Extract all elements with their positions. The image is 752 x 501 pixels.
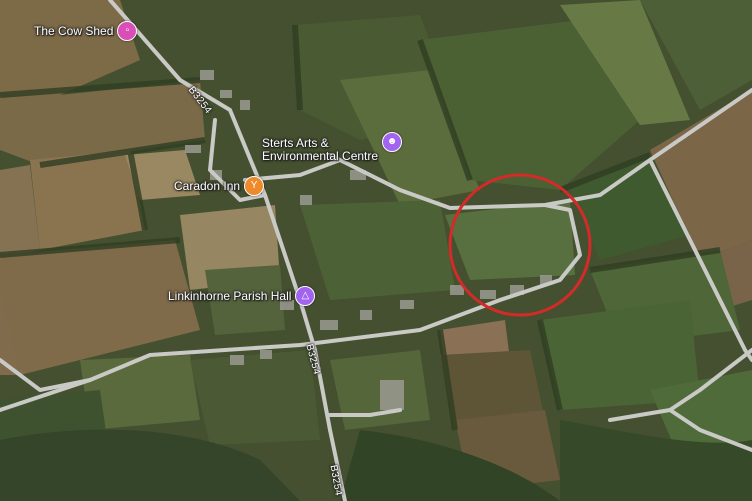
poi-label-line2: Environmental Centre [262,149,379,163]
cocktail-icon: Y [244,176,265,196]
bed-icon: ▫ [117,21,138,41]
poi-caradon-inn[interactable]: Caradon Inn Y [174,176,265,196]
poi-sterts-arts[interactable]: Sterts Arts & Environmental Centre ☻ [262,132,403,163]
poi-label: Sterts Arts & Environmental Centre [262,137,378,163]
poi-linkinhorne-parish-hall[interactable]: Linkinhorne Parish Hall △ [168,286,316,306]
satellite-map[interactable]: The Cow Shed ▫ Sterts Arts & Environment… [0,0,752,501]
hall-icon: △ [295,286,316,306]
poi-label: Linkinhorne Parish Hall [168,288,292,303]
poi-the-cow-shed[interactable]: The Cow Shed ▫ [34,21,138,41]
poi-label: Caradon Inn [174,178,241,193]
satellite-imagery [0,0,752,501]
poi-label: The Cow Shed [34,23,114,38]
theatre-icon: ☻ [382,132,403,152]
